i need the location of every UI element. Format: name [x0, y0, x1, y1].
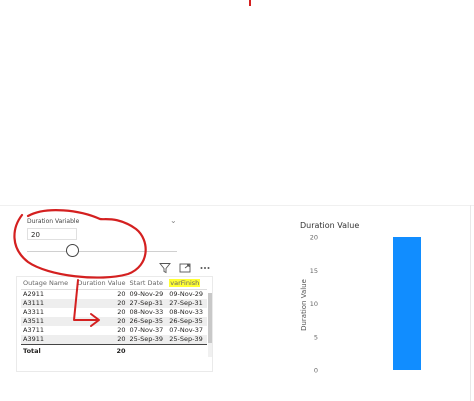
outage-table[interactable]: Outage Name Duration Value Start Date va… [16, 276, 213, 372]
table-scrollbar[interactable] [208, 293, 212, 357]
cell-start-date: 26-Sep-35 [127, 317, 168, 326]
table-row: A3911 20 25-Sep-39 25-Sep-39 [21, 335, 207, 345]
cell-start-date: 08-Nov-33 [129, 308, 164, 316]
table-row: A3111 20 27-Sep-31 27-Sep-31 [21, 299, 207, 308]
more-options-icon[interactable] [198, 262, 212, 276]
table-row: A3511 20 26-Sep-35 26-Sep-35 [21, 317, 207, 326]
y-axis-label: Duration Value [300, 279, 308, 331]
highlighted-header-label: varFinish [169, 279, 201, 287]
cell-duration-value: 20 [117, 290, 126, 298]
y-tick-label: 5 [314, 333, 318, 341]
cell-duration-value: 20 [117, 326, 126, 334]
cell-duration-value: 20 [117, 308, 126, 316]
bar-series [393, 237, 421, 370]
column-header-duration-value[interactable]: Duration Value [72, 277, 128, 290]
y-tick-label: 0 [314, 367, 318, 375]
table-row: A3711 20 07-Nov-37 07-Nov-37 [21, 326, 207, 335]
slicer-value-input[interactable]: 20 [27, 228, 77, 240]
chart-plot: Duration Value 0 5 10 15 20 [300, 234, 421, 375]
cell-start-date: 27-Sep-31 [127, 299, 168, 308]
bar[interactable] [393, 237, 421, 370]
table-total-row: Total 20 [21, 344, 207, 357]
cell-varfinish: 25-Sep-39 [167, 335, 207, 345]
cell-varfinish: 07-Nov-37 [169, 326, 203, 334]
table-row: A3311 20 08-Nov-33 08-Nov-33 [21, 308, 207, 317]
cell-duration-value: 20 [72, 299, 128, 308]
cell-outage-name: A3911 [21, 335, 73, 345]
cell-start-date: 07-Nov-37 [129, 326, 164, 334]
cell-outage-name: A3511 [21, 317, 73, 326]
cell-outage-name: A2911 [23, 290, 44, 298]
y-axis-ticks: 0 5 10 15 20 [310, 234, 318, 375]
total-empty-cell [167, 344, 207, 357]
slider-track[interactable] [27, 251, 177, 252]
cell-varfinish: 27-Sep-31 [167, 299, 207, 308]
slicer-title: Duration Variable [27, 218, 80, 225]
slider-handle[interactable] [66, 244, 79, 257]
chevron-down-icon[interactable]: ⌄ [170, 216, 177, 225]
y-tick-label: 10 [310, 300, 318, 308]
table-grid: Outage Name Duration Value Start Date va… [21, 277, 207, 357]
annotation-mark [249, 0, 251, 6]
cell-varfinish: 09-Nov-29 [169, 290, 203, 298]
cell-outage-name: A3311 [23, 308, 44, 316]
total-label: Total [21, 344, 73, 357]
duration-slicer[interactable]: Duration Variable ⌄ 20 [14, 210, 184, 270]
column-header-outage-name[interactable]: Outage Name [21, 277, 73, 290]
cell-duration-value: 20 [72, 335, 128, 345]
visual-header [158, 262, 214, 276]
cell-varfinish: 08-Nov-33 [169, 308, 203, 316]
column-header-varfinish[interactable]: varFinish [167, 277, 207, 290]
report-canvas: Duration Variable ⌄ 20 Outage Name Durat… [0, 0, 474, 401]
cell-duration-value: 20 [72, 317, 128, 326]
table-row: A2911 20 09-Nov-29 09-Nov-29 [21, 290, 207, 300]
scrollbar-thumb[interactable] [208, 293, 212, 343]
duration-bar-chart[interactable]: Duration Value Duration Value 0 5 10 15 20 [296, 215, 468, 380]
total-empty-cell [127, 344, 168, 357]
column-header-start-date[interactable]: Start Date [127, 277, 168, 290]
cell-outage-name: A3111 [21, 299, 73, 308]
cell-start-date: 25-Sep-39 [127, 335, 168, 345]
cell-start-date: 09-Nov-29 [129, 290, 164, 298]
y-tick-label: 20 [310, 234, 318, 242]
table-header-row: Outage Name Duration Value Start Date va… [21, 277, 207, 290]
cell-varfinish: 26-Sep-35 [167, 317, 207, 326]
visual-border [470, 205, 471, 401]
focus-mode-icon[interactable] [178, 262, 192, 276]
y-tick-label: 15 [310, 267, 318, 275]
cell-outage-name: A3711 [23, 326, 44, 334]
canvas-divider [0, 205, 474, 206]
filter-icon[interactable] [158, 262, 172, 276]
total-value: 20 [72, 344, 128, 357]
